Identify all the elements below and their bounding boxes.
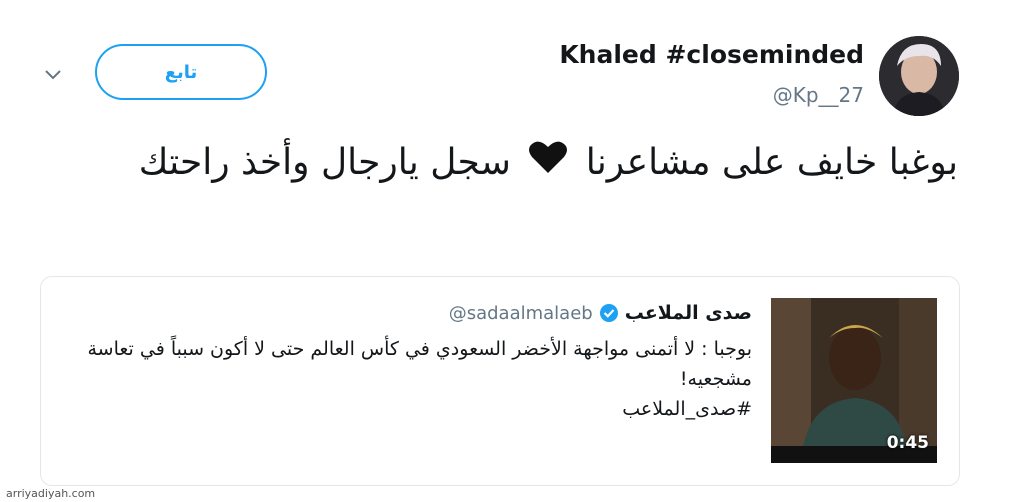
video-duration: 0:45 [886, 433, 929, 453]
watermark: arriyadiyah.com [6, 487, 96, 500]
tweet-text-part1: بوغبا خايف على مشاعرنا [585, 142, 958, 183]
follow-button[interactable]: تابع [95, 44, 267, 100]
chevron-down-icon[interactable] [40, 62, 66, 88]
quoted-name[interactable]: صدى الملاعب [625, 302, 752, 324]
user-handle[interactable]: @Kp__27 [773, 83, 864, 107]
quoted-text-body: بوجبا : لا أتمنى مواجهة الأخضر السعودي ف… [87, 338, 752, 390]
quoted-header: صدى الملاعب @sadaalmalaeb [449, 302, 752, 324]
quoted-handle[interactable]: @sadaalmalaeb [449, 303, 593, 324]
quoted-text: بوجبا : لا أتمنى مواجهة الأخضر السعودي ف… [72, 334, 752, 424]
heart-icon [528, 139, 568, 189]
avatar[interactable] [879, 36, 959, 116]
display-name[interactable]: Khaled #closeminded [559, 40, 864, 69]
verified-badge-icon [599, 303, 619, 323]
tweet-text-part2: سجل يارجال وأخذ راحتك [138, 142, 511, 183]
quoted-hashtag[interactable]: #صدى_الملاعب [72, 394, 752, 424]
tweet-text: بوغبا خايف على مشاعرنا سجل يارجال وأخذ ر… [38, 138, 958, 189]
video-thumbnail[interactable]: 0:45 [771, 298, 937, 463]
